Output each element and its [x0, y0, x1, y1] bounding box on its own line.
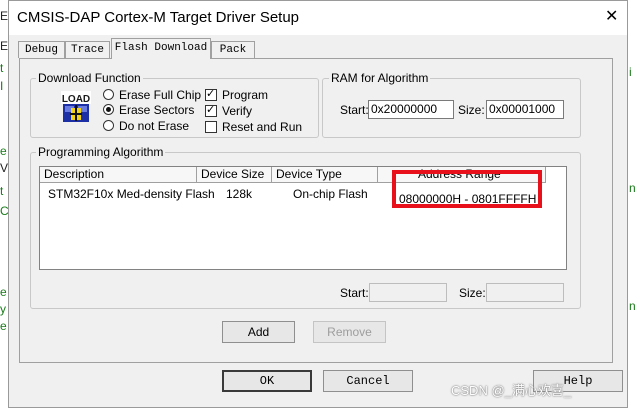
watermark: CSDN @_满心欢喜_	[451, 383, 572, 398]
target-driver-setup-dialog: CMSIS-DAP Cortex-M Target Driver Setup ✕…	[8, 0, 628, 408]
load-icon-text: LOAD	[62, 94, 90, 105]
download-function-legend: Download Function	[36, 71, 143, 85]
ram-for-algorithm-legend: RAM for Algorithm	[329, 71, 431, 85]
cancel-button[interactable]: Cancel	[323, 370, 413, 392]
load-icon: LOAD	[61, 91, 91, 123]
tab-trace[interactable]: Trace	[65, 41, 110, 58]
verify-checkbox[interactable]	[205, 103, 217, 117]
algorithm-size-label: Size:	[459, 286, 486, 300]
ram-size-input[interactable]: 0x00001000	[486, 100, 564, 119]
tab-pack[interactable]: Pack	[211, 41, 255, 58]
program-label: Program	[222, 88, 269, 102]
ram-size-label: Size:	[458, 103, 485, 117]
program-checkbox[interactable]	[205, 87, 217, 101]
row-device-type: On-chip Flash	[293, 187, 368, 201]
reset-and-run-label: Reset and Run	[222, 120, 303, 134]
erase-sectors-radio[interactable]	[103, 104, 114, 115]
algorithm-start-label: Start:	[340, 286, 369, 300]
close-icon[interactable]: ✕	[605, 7, 618, 27]
column-header-device-type-label: Device Type	[276, 167, 342, 181]
column-header-device-size[interactable]: Device Size	[197, 167, 272, 183]
tab-trace-label: Trace	[70, 44, 104, 56]
add-button[interactable]: Add	[222, 321, 295, 343]
row-device-size: 128k	[226, 187, 253, 201]
row-description: STM32F10x Med-density Flash	[48, 187, 215, 201]
ok-button[interactable]: OK	[222, 370, 312, 392]
editor-background-right: i n n	[628, 0, 637, 408]
ram-start-label: Start:	[340, 103, 369, 117]
do-not-erase-radio[interactable]	[103, 120, 114, 131]
erase-full-chip-label: Erase Full Chip	[119, 88, 202, 102]
column-header-description[interactable]: Description	[40, 167, 197, 183]
verify-label: Verify	[222, 104, 253, 118]
algorithm-size-input[interactable]	[486, 283, 564, 302]
erase-sectors-label: Erase Sectors	[119, 103, 195, 117]
ram-start-input[interactable]: 0x20000000	[368, 100, 454, 119]
reset-and-run-checkbox[interactable]	[205, 121, 217, 133]
erase-full-chip-radio[interactable]	[103, 89, 114, 100]
address-range-highlight	[392, 170, 542, 208]
tab-debug-label: Debug	[24, 44, 58, 56]
title-bar: CMSIS-DAP Cortex-M Target Driver Setup ✕	[9, 1, 627, 35]
column-header-description-label: Description	[44, 167, 105, 181]
tab-debug[interactable]: Debug	[18, 41, 65, 58]
tab-flash-download-label: Flash Download	[114, 42, 208, 54]
algorithm-start-input[interactable]	[369, 283, 447, 302]
do-not-erase-label: Do not Erase	[119, 119, 190, 133]
column-header-device-type[interactable]: Device Type	[272, 167, 378, 183]
column-header-device-size-label: Device Size	[201, 167, 265, 181]
programming-algorithm-legend: Programming Algorithm	[36, 145, 166, 159]
window-title: CMSIS-DAP Cortex-M Target Driver Setup	[17, 9, 300, 26]
tab-flash-download[interactable]: Flash Download	[111, 38, 211, 59]
remove-button[interactable]: Remove	[313, 321, 386, 343]
tab-pack-label: Pack	[219, 44, 247, 56]
